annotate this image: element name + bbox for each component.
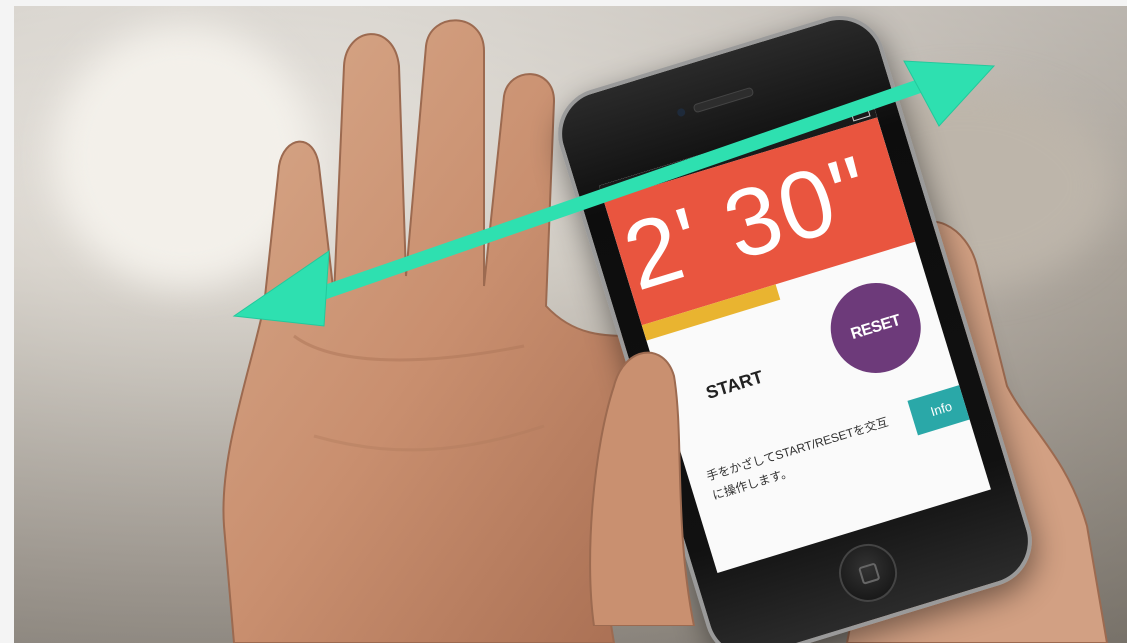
photo-frame: キャリア 12:00 2' 30" RESET START 手をかざしてSTAR… <box>0 0 1127 643</box>
photo: キャリア 12:00 2' 30" RESET START 手をかざしてSTAR… <box>14 6 1127 643</box>
swipe-arrow-icon <box>232 60 996 327</box>
